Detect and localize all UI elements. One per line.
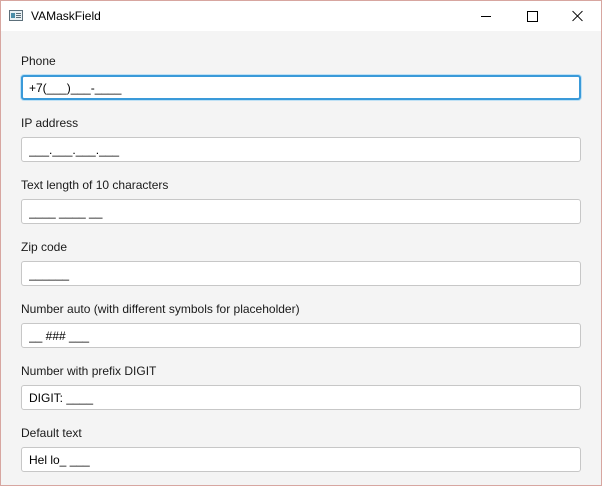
- minimize-icon: [481, 15, 491, 17]
- text-length-field-group: Text length of 10 characters: [21, 177, 581, 224]
- phone-input[interactable]: [21, 75, 581, 100]
- zip-code-label: Zip code: [21, 240, 68, 254]
- zip-code-field-group: Zip code: [21, 239, 581, 286]
- number-auto-input[interactable]: [21, 323, 581, 348]
- app-window: VAMaskField Phone IP address Text length…: [0, 0, 602, 486]
- form-content: Phone IP address Text length of 10 chara…: [1, 31, 601, 485]
- close-icon: [572, 10, 584, 22]
- zip-code-input[interactable]: [21, 261, 581, 286]
- phone-field-group: Phone: [21, 53, 581, 100]
- text-length-label: Text length of 10 characters: [21, 178, 169, 192]
- maximize-icon: [526, 10, 538, 22]
- number-prefix-input[interactable]: [21, 385, 581, 410]
- number-auto-field-group: Number auto (with different symbols for …: [21, 301, 581, 348]
- ip-address-input[interactable]: [21, 137, 581, 162]
- phone-label: Phone: [21, 54, 56, 68]
- minimize-button[interactable]: [463, 1, 509, 31]
- number-prefix-field-group: Number with prefix DIGIT: [21, 363, 581, 410]
- text-length-input[interactable]: [21, 199, 581, 224]
- app-icon: [9, 10, 23, 21]
- ip-address-field-group: IP address: [21, 115, 581, 162]
- window-title: VAMaskField: [31, 9, 101, 23]
- default-text-input[interactable]: [21, 447, 581, 472]
- ip-address-label: IP address: [21, 116, 79, 130]
- number-prefix-label: Number with prefix DIGIT: [21, 364, 157, 378]
- default-text-label: Default text: [21, 426, 82, 440]
- title-bar: VAMaskField: [1, 1, 601, 31]
- default-text-field-group: Default text: [21, 425, 581, 472]
- number-auto-label: Number auto (with different symbols for …: [21, 302, 300, 316]
- maximize-button[interactable]: [509, 1, 555, 31]
- close-button[interactable]: [555, 1, 601, 31]
